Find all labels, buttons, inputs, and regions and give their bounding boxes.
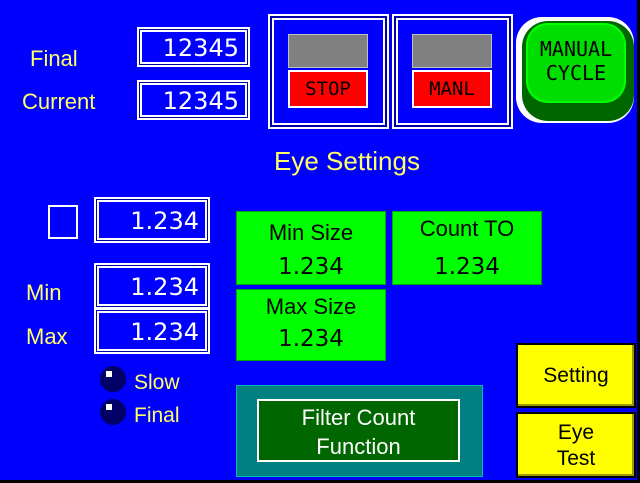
manual-cycle-button[interactable]: MANUAL CYCLE bbox=[516, 17, 634, 123]
manual-indicator: MANL bbox=[412, 70, 492, 108]
stop-indicator: STOP bbox=[288, 70, 368, 108]
final-label: Final bbox=[30, 46, 78, 71]
manual-cycle-line1: MANUAL bbox=[539, 37, 613, 61]
min-size-value: 1.234 bbox=[278, 254, 344, 280]
filter-count-line2: Function bbox=[316, 434, 401, 459]
filter-count-line1: Filter Count bbox=[301, 405, 416, 430]
slow-label: Slow bbox=[134, 371, 180, 394]
page-title: Eye Settings bbox=[274, 146, 420, 176]
manual-cycle-line2: CYCLE bbox=[545, 61, 607, 85]
hmi-screen: Final Current 12345 12345 STOP MANL MANU… bbox=[0, 0, 640, 483]
top-value-field[interactable]: 1.234 bbox=[97, 200, 207, 240]
max-value-field[interactable]: 1.234 bbox=[97, 311, 207, 351]
eye-test-line2: Test bbox=[556, 447, 596, 470]
count-to-value: 1.234 bbox=[434, 254, 500, 280]
min-size-label: Min Size bbox=[268, 220, 354, 245]
stop-indicator-panel: STOP bbox=[268, 14, 389, 129]
final-radio[interactable] bbox=[100, 399, 126, 425]
max-label: Max bbox=[26, 324, 68, 349]
eye-test-line1: Eye bbox=[557, 421, 595, 444]
status-checkbox[interactable] bbox=[48, 205, 78, 239]
stop-lamp bbox=[288, 34, 368, 68]
min-label: Min bbox=[26, 280, 62, 305]
eye-test-button[interactable]: Eye Test bbox=[516, 412, 636, 478]
max-size-label: Max Size bbox=[265, 294, 357, 319]
max-size-setting[interactable]: Max Size 1.234 bbox=[236, 289, 386, 361]
current-label: Current bbox=[22, 89, 96, 114]
max-size-value: 1.234 bbox=[278, 326, 344, 352]
final-radio-label: Final bbox=[134, 404, 180, 427]
final-count-display: 12345 bbox=[140, 30, 247, 64]
count-to-setting[interactable]: Count TO 1.234 bbox=[392, 211, 542, 285]
count-to-label: Count TO bbox=[419, 216, 515, 241]
manual-indicator-panel: MANL bbox=[392, 14, 513, 129]
setting-button[interactable]: Setting bbox=[516, 343, 636, 408]
min-size-setting[interactable]: Min Size 1.234 bbox=[236, 211, 386, 285]
manual-lamp bbox=[412, 34, 492, 68]
slow-radio[interactable] bbox=[100, 366, 126, 392]
current-count-display: 12345 bbox=[140, 83, 247, 117]
filter-count-function-button[interactable]: Filter Count Function bbox=[236, 385, 483, 477]
min-value-field[interactable]: 1.234 bbox=[97, 266, 207, 306]
